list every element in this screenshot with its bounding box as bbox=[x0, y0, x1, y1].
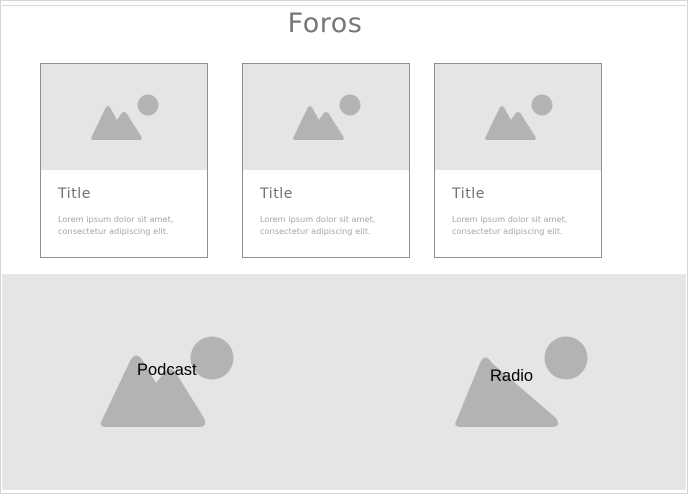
card-image-placeholder bbox=[41, 64, 207, 170]
card-3[interactable]: Title Lorem ipsum dolor sit amet, consec… bbox=[434, 63, 602, 258]
image-placeholder-icon bbox=[91, 94, 159, 140]
header-divider bbox=[2, 5, 686, 6]
card-title: Title bbox=[260, 186, 294, 202]
card-description: Lorem ipsum dolor sit amet, consectetur … bbox=[58, 214, 174, 236]
card-description: Lorem ipsum dolor sit amet, consectetur … bbox=[452, 214, 568, 236]
media-item-podcast[interactable]: Podcast bbox=[98, 334, 238, 430]
media-item-radio[interactable]: Radio bbox=[452, 336, 592, 432]
image-placeholder-icon bbox=[293, 94, 361, 140]
card-title: Title bbox=[452, 186, 486, 202]
card-description: Lorem ipsum dolor sit amet, consectetur … bbox=[260, 214, 376, 236]
media-label: Radio bbox=[490, 367, 534, 385]
image-placeholder-icon bbox=[100, 336, 234, 427]
page-title: Foros bbox=[287, 8, 363, 39]
image-placeholder-icon bbox=[485, 94, 553, 140]
media-panel: Podcast Radio bbox=[2, 274, 686, 490]
card-2[interactable]: Title Lorem ipsum dolor sit amet, consec… bbox=[242, 63, 410, 258]
card-1[interactable]: Title Lorem ipsum dolor sit amet, consec… bbox=[40, 63, 208, 258]
card-image-placeholder bbox=[435, 64, 601, 170]
card-image-placeholder bbox=[243, 64, 409, 170]
media-label: Podcast bbox=[137, 361, 197, 379]
card-title: Title bbox=[58, 186, 92, 202]
